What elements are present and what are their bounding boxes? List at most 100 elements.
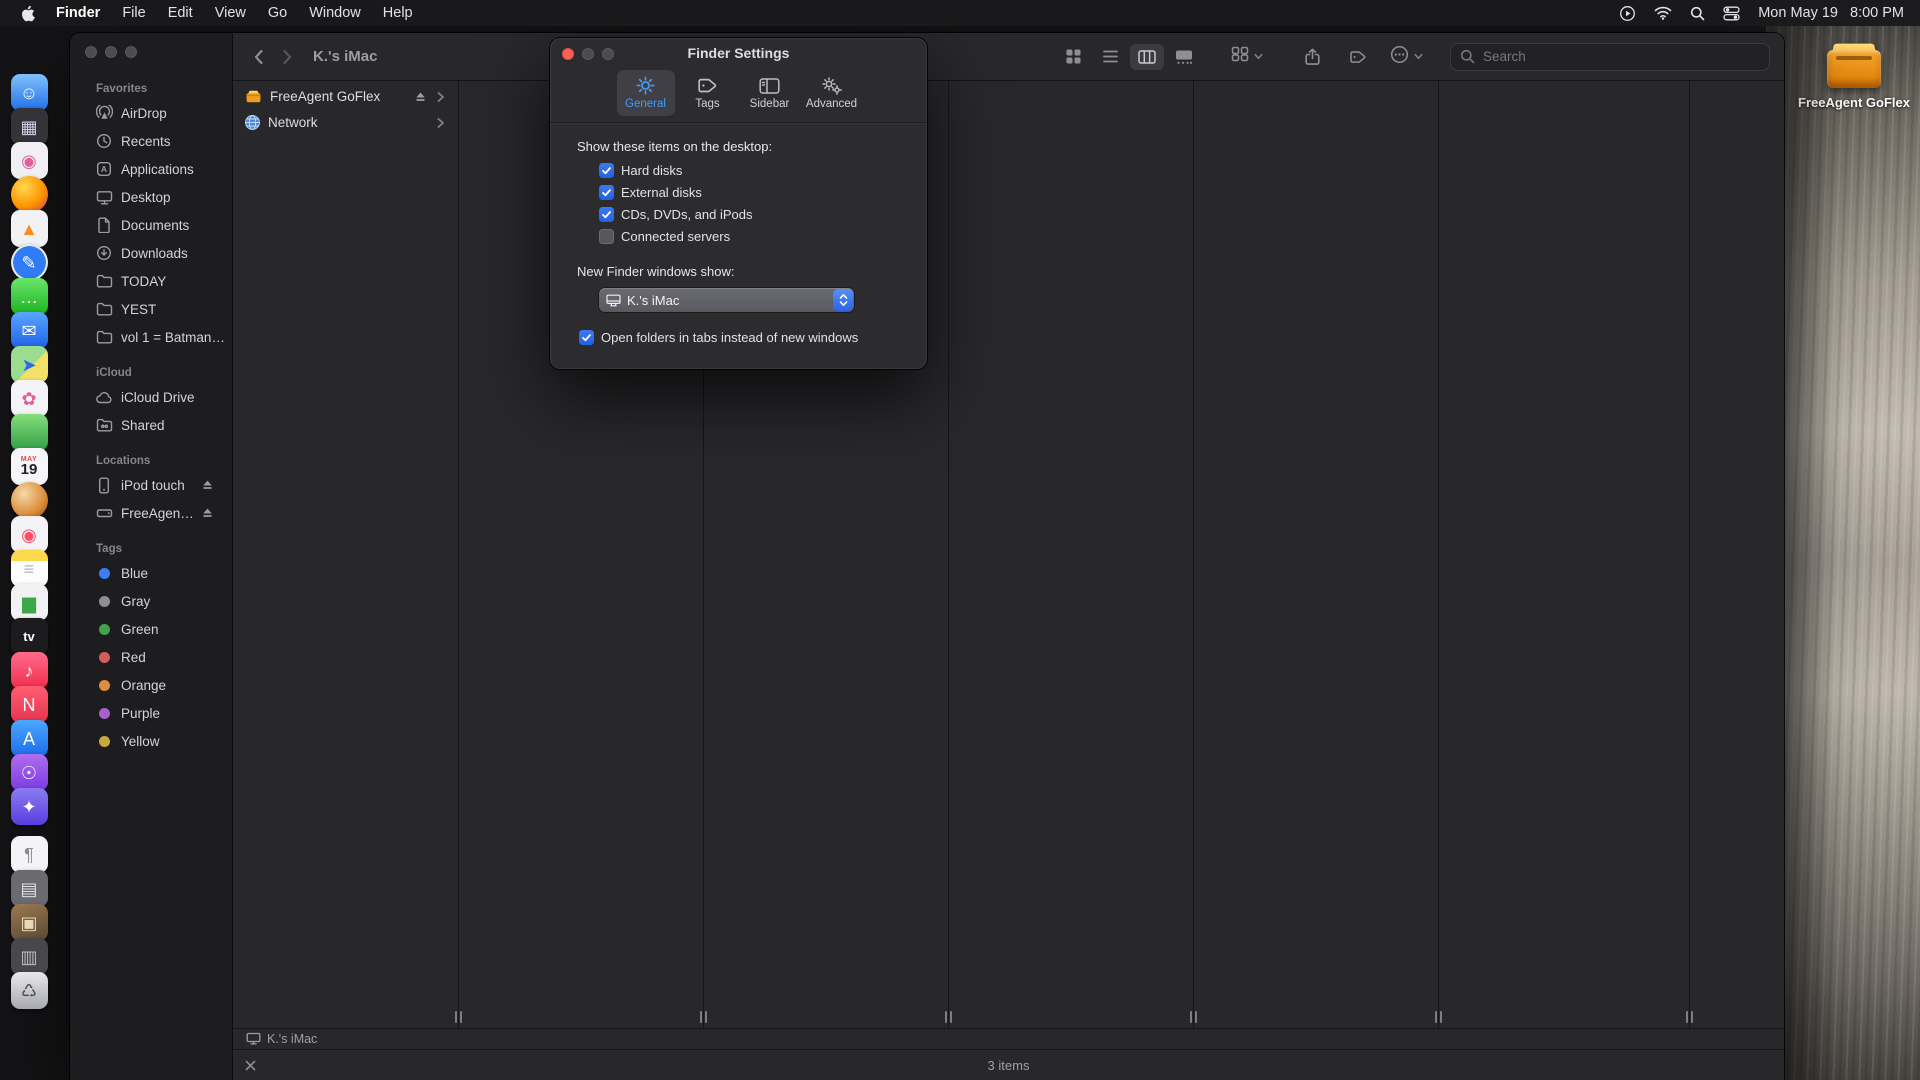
settings-tab-sidebar[interactable]: Sidebar (741, 70, 799, 116)
more-actions-button[interactable] (1390, 45, 1424, 69)
zoom-button[interactable] (125, 46, 137, 58)
dock-notes[interactable]: ≡ (11, 550, 48, 587)
sidebar-item-applications[interactable]: AApplications (76, 155, 226, 183)
settings-tab-advanced[interactable]: Advanced (803, 70, 861, 116)
search-input[interactable] (1481, 48, 1760, 65)
sidebar-item-ipod-touch[interactable]: iPod touch (76, 471, 226, 499)
dock-firefox[interactable] (11, 176, 48, 213)
dock-app-orange[interactable] (11, 482, 48, 519)
dock-vlc[interactable]: ▲ (11, 210, 48, 247)
sidebar-item-freeagent-g[interactable]: FreeAgent G... (76, 499, 226, 527)
eject-icon[interactable] (201, 479, 214, 491)
column-item-freeagent-goflex[interactable]: FreeAgent GoFlex (238, 84, 453, 109)
menu-edit[interactable]: Edit (157, 5, 204, 21)
wifi-icon[interactable] (1654, 6, 1672, 20)
dock-trash[interactable]: ♺ (11, 972, 48, 1009)
sidebar-item-vol-1-batman[interactable]: vol 1 = Batman [... (76, 323, 226, 351)
menu-help[interactable]: Help (372, 5, 424, 21)
menu-file[interactable]: File (111, 5, 156, 21)
dock-photos[interactable]: ✿ (11, 380, 48, 417)
dock-textedit[interactable]: ¶ (11, 836, 48, 873)
menu-time[interactable]: 8:00 PM (1850, 5, 1904, 21)
sidebar-item-purple[interactable]: Purple (76, 699, 226, 727)
dock-markup[interactable]: ✎ (11, 244, 48, 281)
dock-media-stack[interactable]: ▣ (11, 904, 48, 941)
checkbox-external-disks[interactable]: External disks (599, 185, 907, 200)
dock-document[interactable]: ▤ (11, 870, 48, 907)
sidebar-item-recents[interactable]: Recents (76, 127, 226, 155)
sidebar-item-today[interactable]: TODAY (76, 267, 226, 295)
column-item-network[interactable]: Network (238, 110, 453, 135)
dock-mail[interactable]: ✉ (11, 312, 48, 349)
control-center-icon[interactable] (1723, 5, 1740, 22)
spotlight-icon[interactable] (1690, 6, 1705, 21)
gallery-view-button[interactable] (1167, 44, 1201, 70)
sidebar-item-airdrop[interactable]: AirDrop (76, 99, 226, 127)
dock-app-purple[interactable]: ✦ (11, 788, 48, 825)
dock-tv[interactable]: tv (11, 618, 48, 655)
menu-window[interactable]: Window (298, 5, 372, 21)
minimize-button[interactable] (105, 46, 117, 58)
eject-icon[interactable] (201, 507, 214, 519)
back-button[interactable] (245, 47, 273, 67)
sidebar-item-blue[interactable]: Blue (76, 559, 226, 587)
settings-tab-general[interactable]: General (617, 70, 675, 116)
column-resize-handle[interactable] (700, 1011, 707, 1023)
menu-go[interactable]: Go (257, 5, 298, 21)
dock-app-green[interactable] (11, 414, 48, 451)
column-resize-handle[interactable] (945, 1011, 952, 1023)
sidebar-item-green[interactable]: Green (76, 615, 226, 643)
column-resize-handle[interactable] (455, 1011, 462, 1023)
menu-date[interactable]: Mon May 19 (1758, 5, 1838, 21)
sidebar-item-orange[interactable]: Orange (76, 671, 226, 699)
dock-app-store[interactable]: A (11, 720, 48, 757)
menu-view[interactable]: View (204, 5, 257, 21)
new-window-popup[interactable]: K.'s iMac (599, 288, 854, 312)
list-view-button[interactable] (1093, 44, 1127, 70)
dock-news[interactable]: N (11, 686, 48, 723)
eject-icon[interactable] (414, 91, 427, 103)
apple-menu-icon[interactable] (16, 5, 45, 22)
desktop-drive-icon[interactable]: FreeAgent GoFlex (1806, 40, 1902, 110)
sidebar-item-red[interactable]: Red (76, 643, 226, 671)
dock-finder[interactable]: ☺ (11, 74, 48, 111)
sidebar-item-yest[interactable]: YEST (76, 295, 226, 323)
close-button[interactable] (85, 46, 97, 58)
column-resize-handle[interactable] (1686, 1011, 1693, 1023)
dock-photo-booth[interactable]: ◉ (11, 142, 48, 179)
column-resize-handle[interactable] (1435, 1011, 1442, 1023)
sidebar-item-downloads[interactable]: Downloads (76, 239, 226, 267)
now-playing-icon[interactable] (1619, 5, 1636, 22)
column-resize-handle[interactable] (1190, 1011, 1197, 1023)
group-button[interactable] (1231, 46, 1264, 67)
sidebar-item-gray[interactable]: Gray (76, 587, 226, 615)
column-view-button[interactable] (1130, 44, 1164, 70)
dialog-zoom-button[interactable] (602, 48, 614, 60)
dock-podcasts[interactable]: ☉ (11, 754, 48, 791)
dialog-minimize-button[interactable] (582, 48, 594, 60)
checkbox-connected-servers[interactable]: Connected servers (599, 229, 907, 244)
checkbox-open-folders-in-tabs[interactable]: Open folders in tabs instead of new wind… (579, 330, 907, 345)
icon-view-button[interactable] (1056, 44, 1090, 70)
forward-button[interactable] (273, 47, 301, 67)
checkbox-hard-disks[interactable]: Hard disks (599, 163, 907, 178)
sidebar-item-icloud-drive[interactable]: iCloud Drive (76, 383, 226, 411)
dock-music[interactable]: ♪ (11, 652, 48, 689)
sidebar-item-yellow[interactable]: Yellow (76, 727, 226, 755)
dock-numbers[interactable]: ▆ (11, 584, 48, 621)
dock-maps[interactable]: ➤ (11, 346, 48, 383)
tags-button[interactable] (1344, 49, 1372, 65)
settings-tab-tags[interactable]: Tags (679, 70, 737, 116)
path-item[interactable]: K.'s iMac (267, 1032, 317, 1046)
checkbox-cds-dvds-and-ipods[interactable]: CDs, DVDs, and iPods (599, 207, 907, 222)
dock-launchpad[interactable]: ▦ (11, 108, 48, 145)
dialog-close-button[interactable] (562, 48, 574, 60)
dock-dark-stack[interactable]: ▥ (11, 938, 48, 975)
menu-finder[interactable]: Finder (45, 5, 111, 21)
dock-messages[interactable]: … (11, 278, 48, 315)
dock-calendar[interactable]: MAY19 (11, 448, 48, 485)
dock-app-white-red[interactable]: ◉ (11, 516, 48, 553)
search-field[interactable] (1450, 43, 1770, 71)
sidebar-item-desktop[interactable]: Desktop (76, 183, 226, 211)
share-button[interactable] (1298, 48, 1326, 66)
